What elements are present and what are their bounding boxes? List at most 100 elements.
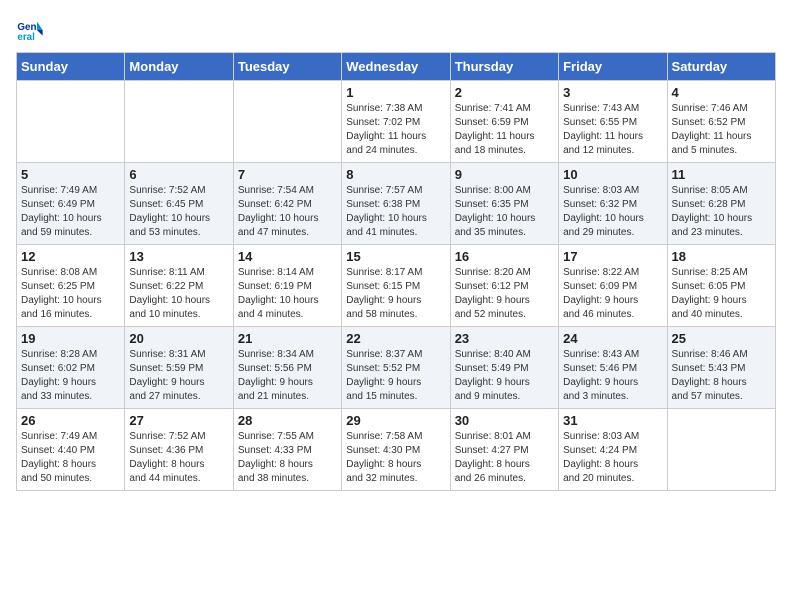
day-number: 2 [455,85,554,100]
day-info: Sunrise: 8:22 AM Sunset: 6:09 PM Dayligh… [563,266,662,322]
day-info: Sunrise: 8:25 AM Sunset: 6:05 PM Dayligh… [672,266,771,322]
calendar-cell: 20Sunrise: 8:31 AM Sunset: 5:59 PM Dayli… [125,327,233,409]
calendar-week-2: 5 Sunrise: 7:49 AM Sunset: 6:49 PM Daylig… [17,163,776,245]
calendar-cell [125,81,233,163]
calendar-cell: 12 Sunrise: 8:08 AM Sunset: 6:25 PM Dayli… [17,245,125,327]
calendar-week-1: 1 Sunrise: 7:38 AM Sunset: 7:02 PM Daylig… [17,81,776,163]
calendar-cell: 8 Sunrise: 7:57 AM Sunset: 6:38 PM Daylig… [342,163,450,245]
calendar-cell: 14Sunrise: 8:14 AM Sunset: 6:19 PM Dayli… [233,245,341,327]
calendar-cell: 3Sunrise: 7:43 AM Sunset: 6:55 PM Daylig… [559,81,667,163]
day-number: 15 [346,249,445,264]
day-info: Sunrise: 8:34 AM Sunset: 5:56 PM Dayligh… [238,348,337,404]
day-info: Sunrise: 7:55 AM Sunset: 4:33 PM Dayligh… [238,430,337,486]
logo: Gen eral [16,16,48,44]
day-number: 25 [672,331,771,346]
day-info: Sunrise: 8:20 AM Sunset: 6:12 PM Dayligh… [455,266,554,322]
weekday-header-friday: Friday [559,53,667,81]
calendar-cell: 9 Sunrise: 8:00 AM Sunset: 6:35 PM Daylig… [450,163,558,245]
calendar-cell: 6 Sunrise: 7:52 AM Sunset: 6:45 PM Daylig… [125,163,233,245]
day-info: Sunrise: 8:08 AM Sunset: 6:25 PM Dayligh… [21,266,120,322]
calendar-cell: 26Sunrise: 7:49 AM Sunset: 4:40 PM Dayli… [17,409,125,491]
day-info: Sunrise: 7:52 AM Sunset: 4:36 PM Dayligh… [129,430,228,486]
calendar-cell: 23 Sunrise: 8:40 AM Sunset: 5:49 PM Dayli… [450,327,558,409]
day-number: 6 [129,167,228,182]
day-number: 21 [238,331,337,346]
day-info: Sunrise: 8:11 AM Sunset: 6:22 PM Dayligh… [129,266,228,322]
day-info: Sunrise: 7:52 AM Sunset: 6:45 PM Dayligh… [129,184,228,240]
day-number: 29 [346,413,445,428]
calendar-week-4: 19 Sunrise: 8:28 AM Sunset: 6:02 PM Dayli… [17,327,776,409]
day-number: 1 [346,85,445,100]
day-info: Sunrise: 7:49 AM Sunset: 4:40 PM Dayligh… [21,430,120,486]
logo-icon: Gen eral [16,16,44,44]
calendar-cell: 5 Sunrise: 7:49 AM Sunset: 6:49 PM Daylig… [17,163,125,245]
day-number: 24 [563,331,662,346]
day-info: Sunrise: 7:49 AM Sunset: 6:49 PM Dayligh… [21,184,120,240]
day-info: Sunrise: 7:43 AM Sunset: 6:55 PM Dayligh… [563,102,662,158]
calendar-cell: 15 Sunrise: 8:17 AM Sunset: 6:15 PM Dayli… [342,245,450,327]
calendar-cell: 16 Sunrise: 8:20 AM Sunset: 6:12 PM Dayli… [450,245,558,327]
weekday-header-saturday: Saturday [667,53,775,81]
day-number: 10 [563,167,662,182]
calendar-cell: 10Sunrise: 8:03 AM Sunset: 6:32 PM Dayli… [559,163,667,245]
day-info: Sunrise: 8:31 AM Sunset: 5:59 PM Dayligh… [129,348,228,404]
calendar-cell [233,81,341,163]
calendar-cell: 2Sunrise: 7:41 AM Sunset: 6:59 PM Daylig… [450,81,558,163]
calendar-cell: 7 Sunrise: 7:54 AM Sunset: 6:42 PM Daylig… [233,163,341,245]
day-number: 12 [21,249,120,264]
calendar-cell: 1 Sunrise: 7:38 AM Sunset: 7:02 PM Daylig… [342,81,450,163]
day-number: 22 [346,331,445,346]
day-info: Sunrise: 8:46 AM Sunset: 5:43 PM Dayligh… [672,348,771,404]
day-number: 16 [455,249,554,264]
day-info: Sunrise: 8:05 AM Sunset: 6:28 PM Dayligh… [672,184,771,240]
calendar-cell: 4 Sunrise: 7:46 AM Sunset: 6:52 PM Daylig… [667,81,775,163]
weekday-header-sunday: Sunday [17,53,125,81]
calendar-cell: 21 Sunrise: 8:34 AM Sunset: 5:56 PM Dayli… [233,327,341,409]
day-info: Sunrise: 8:01 AM Sunset: 4:27 PM Dayligh… [455,430,554,486]
day-number: 13 [129,249,228,264]
calendar-cell: 17 Sunrise: 8:22 AM Sunset: 6:09 PM Dayli… [559,245,667,327]
day-number: 31 [563,413,662,428]
calendar-cell: 28 Sunrise: 7:55 AM Sunset: 4:33 PM Dayli… [233,409,341,491]
day-number: 18 [672,249,771,264]
calendar-week-5: 26Sunrise: 7:49 AM Sunset: 4:40 PM Dayli… [17,409,776,491]
calendar-cell [667,409,775,491]
day-number: 30 [455,413,554,428]
day-info: Sunrise: 8:28 AM Sunset: 6:02 PM Dayligh… [21,348,120,404]
day-number: 19 [21,331,120,346]
calendar-cell: 22 Sunrise: 8:37 AM Sunset: 5:52 PM Dayli… [342,327,450,409]
day-number: 28 [238,413,337,428]
calendar-table: SundayMondayTuesdayWednesdayThursdayFrid… [16,52,776,491]
day-info: Sunrise: 8:03 AM Sunset: 4:24 PM Dayligh… [563,430,662,486]
calendar-cell: 18 Sunrise: 8:25 AM Sunset: 6:05 PM Dayli… [667,245,775,327]
day-number: 4 [672,85,771,100]
calendar-cell: 24Sunrise: 8:43 AM Sunset: 5:46 PM Dayli… [559,327,667,409]
weekday-header-tuesday: Tuesday [233,53,341,81]
day-info: Sunrise: 7:46 AM Sunset: 6:52 PM Dayligh… [672,102,771,158]
weekday-header-row: SundayMondayTuesdayWednesdayThursdayFrid… [17,53,776,81]
calendar-cell: 27Sunrise: 7:52 AM Sunset: 4:36 PM Dayli… [125,409,233,491]
day-info: Sunrise: 8:40 AM Sunset: 5:49 PM Dayligh… [455,348,554,404]
day-number: 8 [346,167,445,182]
day-info: Sunrise: 8:37 AM Sunset: 5:52 PM Dayligh… [346,348,445,404]
day-info: Sunrise: 7:57 AM Sunset: 6:38 PM Dayligh… [346,184,445,240]
day-info: Sunrise: 8:00 AM Sunset: 6:35 PM Dayligh… [455,184,554,240]
calendar-cell: 25 Sunrise: 8:46 AM Sunset: 5:43 PM Dayli… [667,327,775,409]
day-number: 17 [563,249,662,264]
day-info: Sunrise: 8:17 AM Sunset: 6:15 PM Dayligh… [346,266,445,322]
day-number: 23 [455,331,554,346]
day-number: 7 [238,167,337,182]
calendar-cell: 19 Sunrise: 8:28 AM Sunset: 6:02 PM Dayli… [17,327,125,409]
calendar-cell: 29Sunrise: 7:58 AM Sunset: 4:30 PM Dayli… [342,409,450,491]
calendar-cell: 13 Sunrise: 8:11 AM Sunset: 6:22 PM Dayli… [125,245,233,327]
weekday-header-wednesday: Wednesday [342,53,450,81]
calendar-cell: 30 Sunrise: 8:01 AM Sunset: 4:27 PM Dayli… [450,409,558,491]
day-number: 11 [672,167,771,182]
day-info: Sunrise: 7:54 AM Sunset: 6:42 PM Dayligh… [238,184,337,240]
svg-text:eral: eral [17,32,35,43]
calendar-cell: 11 Sunrise: 8:05 AM Sunset: 6:28 PM Dayli… [667,163,775,245]
day-info: Sunrise: 7:38 AM Sunset: 7:02 PM Dayligh… [346,102,445,158]
day-number: 9 [455,167,554,182]
day-number: 5 [21,167,120,182]
page-header: Gen eral [16,16,776,44]
